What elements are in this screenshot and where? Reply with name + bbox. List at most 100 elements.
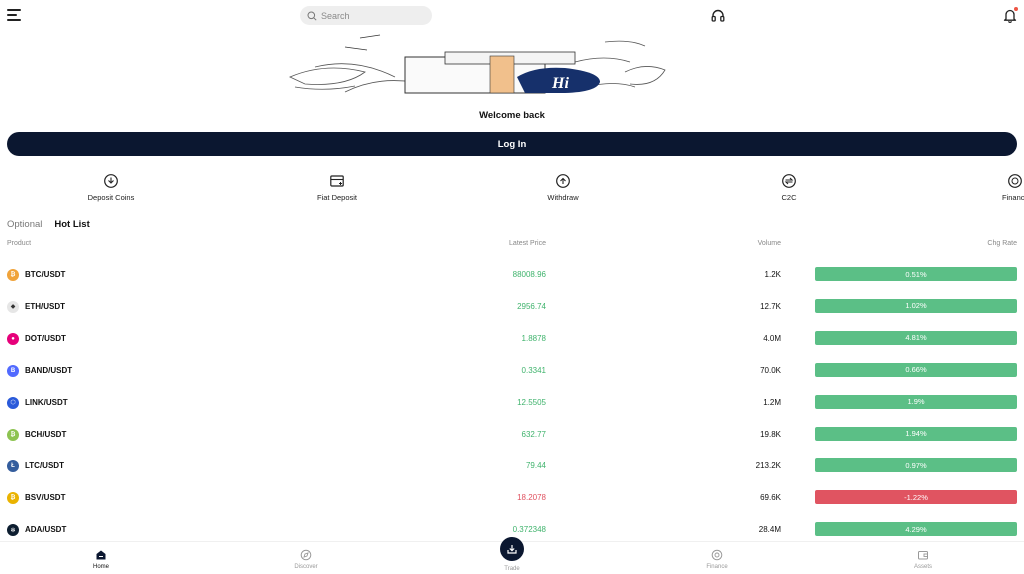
coin-icon: ✻ xyxy=(7,524,19,537)
quick-action-label: Deposit Coins xyxy=(87,193,135,202)
withdraw-icon xyxy=(556,174,570,188)
notification-badge xyxy=(1014,7,1018,11)
market-row[interactable]: Ł LTC/USDT 79.44 213.2K 0.97% xyxy=(0,451,1024,483)
tab-optional[interactable]: Optional xyxy=(7,219,42,233)
quick-action-label: Financ xyxy=(1002,193,1024,202)
search-bar[interactable] xyxy=(300,6,432,25)
nav-finance[interactable]: Finance xyxy=(687,549,747,570)
latest-price: 2956.74 xyxy=(517,301,546,311)
deposit-coins-icon xyxy=(104,174,118,188)
pair-name: BSV/USDT xyxy=(25,493,66,503)
quick-action-label: Fiat Deposit xyxy=(316,193,358,202)
quick-fiat-deposit[interactable]: Fiat Deposit xyxy=(297,173,377,209)
latest-price: 1.8878 xyxy=(521,333,546,343)
top-bar xyxy=(0,0,1024,32)
volume: 12.7K xyxy=(760,301,781,311)
nav-label: Home xyxy=(92,564,109,570)
volume: 69.6K xyxy=(760,493,781,503)
change-rate-badge[interactable]: 0.66% xyxy=(815,362,1017,377)
change-rate-badge[interactable]: 1.94% xyxy=(815,426,1017,441)
latest-price: 88008.96 xyxy=(512,270,546,279)
market-row[interactable]: ● DOT/USDT 1.8878 4.0M 4.81% xyxy=(0,324,1024,356)
discover-icon xyxy=(300,549,312,561)
change-rate-badge[interactable]: 1.9% xyxy=(815,394,1017,409)
search-icon xyxy=(307,11,317,21)
quick-action-label: C2C xyxy=(781,193,797,202)
nav-label: Discover xyxy=(294,564,318,570)
market-tabs: Optional Hot List xyxy=(7,219,90,233)
pair-name: DOT/USDT xyxy=(25,333,66,343)
trade-icon xyxy=(507,545,517,554)
market-row[interactable]: B BAND/USDT 0.3341 70.0K 0.66% xyxy=(0,356,1024,388)
latest-price: 0.3341 xyxy=(521,365,546,375)
volume: 213.2K xyxy=(755,461,781,471)
welcome-title: Welcome back xyxy=(479,110,545,121)
wallet-icon xyxy=(918,551,928,560)
quick-withdraw[interactable]: Withdraw xyxy=(523,173,603,209)
coin-icon: ● xyxy=(7,332,19,345)
headset-icon[interactable] xyxy=(711,9,725,23)
coin-icon: ₿ xyxy=(7,269,19,281)
nav-trade-label: Trade xyxy=(504,566,520,572)
latest-price: 0.372348 xyxy=(512,525,546,535)
pair-name: BTC/USDT xyxy=(25,270,66,279)
nav-label: Finance xyxy=(706,564,728,570)
latest-price: 18.2078 xyxy=(517,493,546,503)
volume: 1.2K xyxy=(764,270,781,279)
pair-name: LINK/USDT xyxy=(25,397,68,407)
market-row[interactable]: ⬡ LINK/USDT 12.5505 1.2M 1.9% xyxy=(0,388,1024,420)
change-rate-badge[interactable]: -1.22% xyxy=(815,490,1017,505)
coin-icon: Ł xyxy=(7,460,19,473)
volume: 1.2M xyxy=(763,397,781,407)
quick-finance[interactable]: Financ xyxy=(999,173,1024,209)
column-header-volume: Volume xyxy=(757,240,781,247)
nav-trade-button[interactable] xyxy=(500,537,524,561)
coin-icon: ⬡ xyxy=(7,396,19,409)
pair-name: ADA/USDT xyxy=(25,525,67,535)
login-button[interactable]: Log In xyxy=(7,132,1017,156)
search-input[interactable] xyxy=(321,10,421,21)
market-row[interactable]: ₿ BSV/USDT 18.2078 69.6K -1.22% xyxy=(0,483,1024,515)
c2c-icon xyxy=(782,174,796,188)
latest-price: 632.77 xyxy=(521,429,546,439)
welcome-banner-illustration: Hi xyxy=(289,34,666,94)
menu-icon[interactable] xyxy=(7,9,21,21)
market-row[interactable]: ₿ BTC/USDT 88008.96 1.2K 0.51% xyxy=(0,260,1024,292)
pair-name: LTC/USDT xyxy=(25,461,64,471)
coin-icon: ₿ xyxy=(7,492,19,505)
column-header-price: Latest Price xyxy=(509,240,546,247)
volume: 4.0M xyxy=(763,333,781,343)
latest-price: 79.44 xyxy=(525,461,546,471)
bottom-navigation: Home Discover Trade Finance Assets xyxy=(0,537,1024,574)
coin-icon: B xyxy=(7,364,19,377)
change-rate-badge[interactable]: 0.51% xyxy=(815,267,1017,281)
nav-assets[interactable]: Assets xyxy=(893,549,953,570)
nav-home[interactable]: Home xyxy=(71,549,131,570)
coin-icon: ◆ xyxy=(7,300,19,313)
change-rate-badge[interactable]: 1.02% xyxy=(815,298,1017,313)
volume: 19.8K xyxy=(760,429,781,439)
quick-c2c[interactable]: C2C xyxy=(749,173,829,209)
volume: 70.0K xyxy=(760,365,781,375)
tab-hot-list[interactable]: Hot List xyxy=(54,219,89,233)
volume: 28.4M xyxy=(758,525,781,535)
pair-name: ETH/USDT xyxy=(25,301,65,311)
finance-nav-icon xyxy=(711,549,723,561)
column-header-product: Product xyxy=(7,240,32,247)
nav-discover[interactable]: Discover xyxy=(276,549,336,570)
quick-action-label: Withdraw xyxy=(547,193,579,202)
change-rate-badge[interactable]: 4.81% xyxy=(815,330,1017,345)
column-header-change: Chg Rate xyxy=(987,240,1017,247)
home-icon xyxy=(96,550,106,560)
market-row[interactable]: ₿ BCH/USDT 632.77 19.8K 1.94% xyxy=(0,420,1024,452)
finance-icon xyxy=(1008,174,1022,188)
coin-icon: ₿ xyxy=(7,428,19,441)
quick-deposit-coins[interactable]: Deposit Coins xyxy=(71,173,151,209)
change-rate-badge[interactable]: 0.97% xyxy=(815,458,1017,473)
change-rate-badge[interactable]: 4.29% xyxy=(815,522,1017,537)
market-row[interactable]: ◆ ETH/USDT 2956.74 12.7K 1.02% xyxy=(0,292,1024,324)
latest-price: 12.5505 xyxy=(517,397,546,407)
pair-name: BCH/USDT xyxy=(25,429,67,439)
banner-hi-text: Hi xyxy=(551,75,569,92)
fiat-deposit-icon xyxy=(330,175,344,187)
